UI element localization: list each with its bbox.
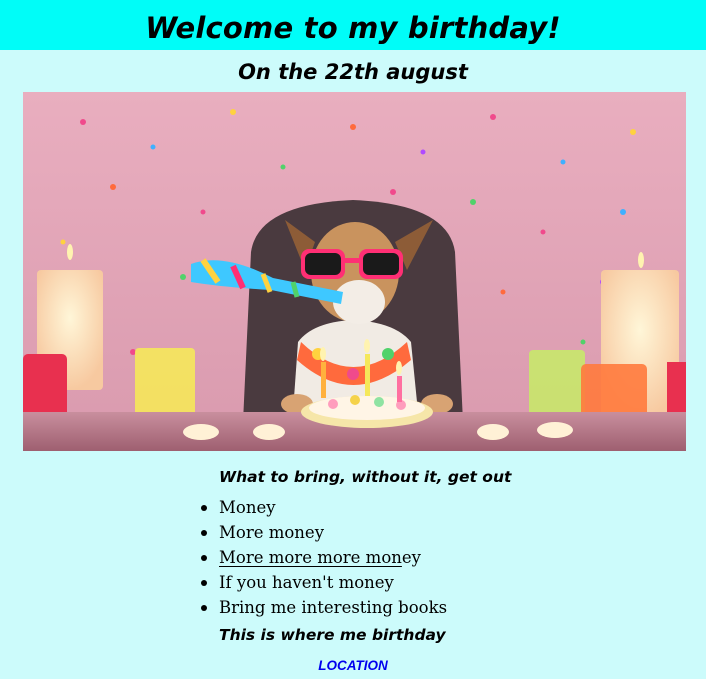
list-item: Money: [200, 495, 447, 520]
list-item: Bring me interesting books: [200, 595, 447, 620]
bring-heading: What to bring, without it, get out: [219, 468, 512, 486]
list-item: More more more money: [200, 545, 447, 570]
list-item: If you haven't money: [200, 570, 447, 595]
party-dog-photo: [23, 92, 686, 451]
where-heading: This is where me birthday: [219, 626, 446, 644]
page-subtitle: On the 22th august: [238, 60, 468, 84]
list-item: More money: [200, 520, 447, 545]
page-title: Welcome to my birthday!: [145, 11, 561, 45]
underlined-text: More more more mon: [219, 548, 402, 567]
bring-list: Money More money More more more money If…: [200, 495, 447, 620]
location-link[interactable]: LOCATION: [0, 656, 706, 676]
plain-text: ey: [401, 548, 421, 567]
